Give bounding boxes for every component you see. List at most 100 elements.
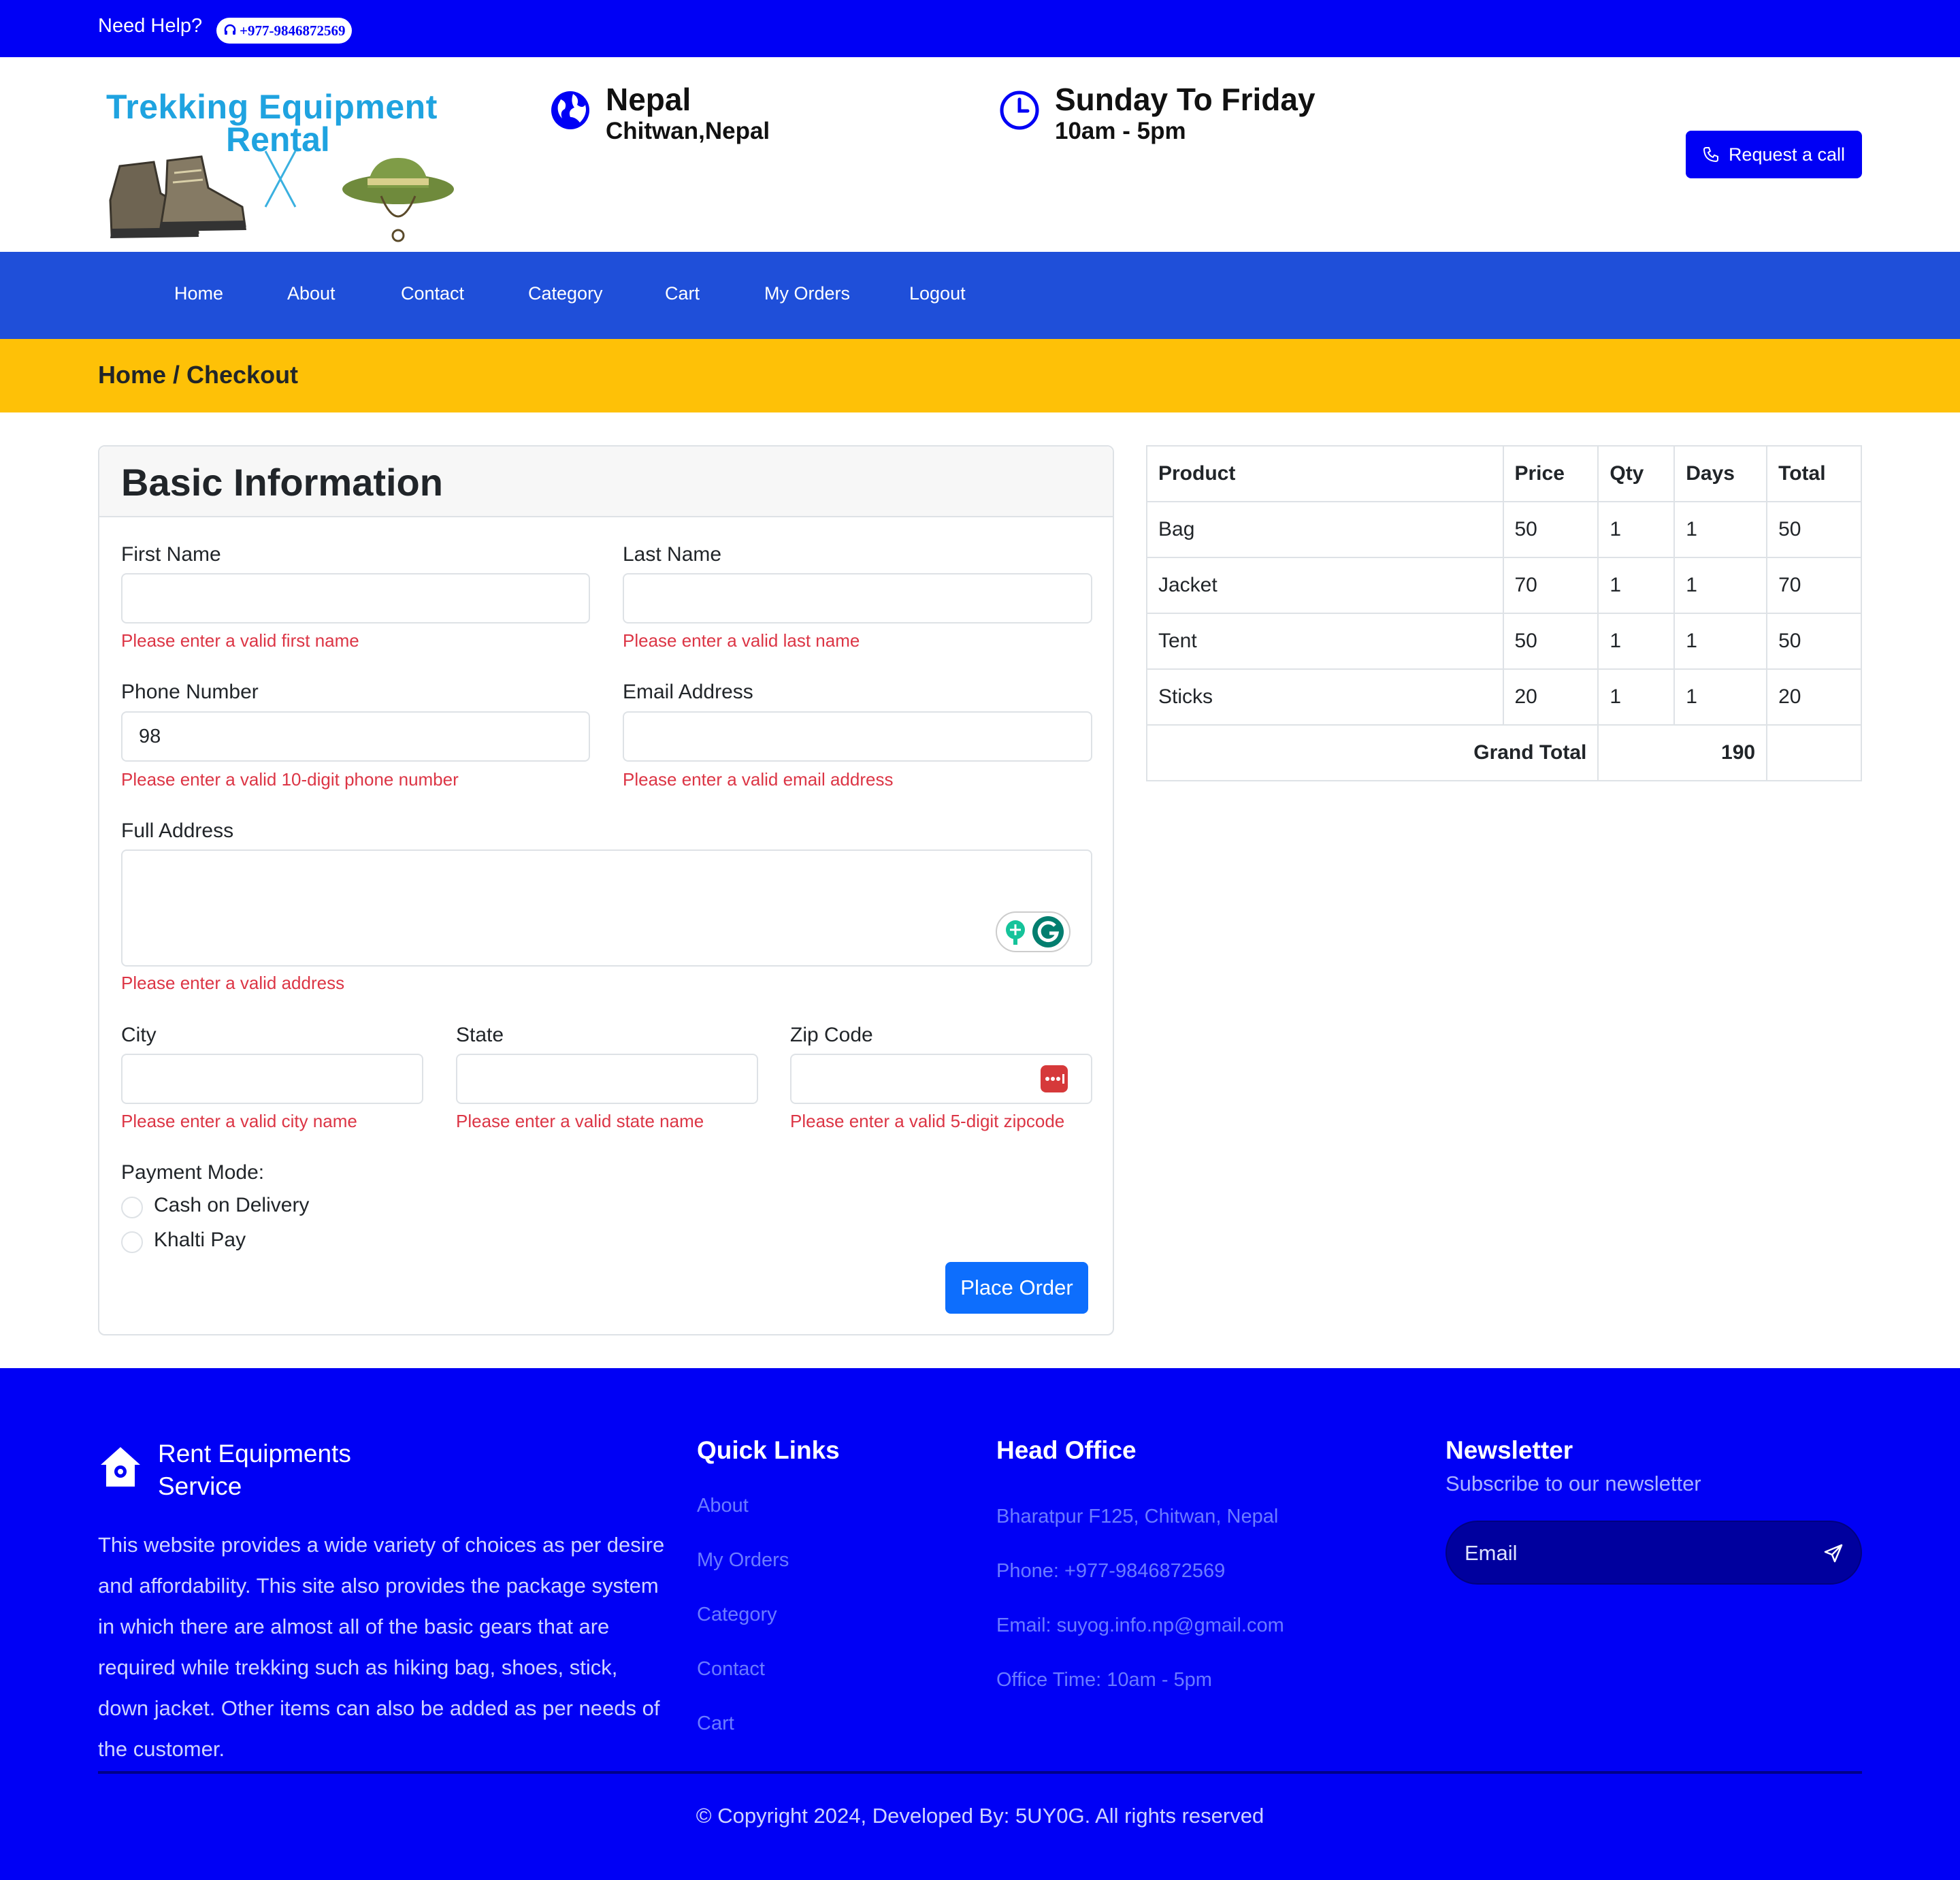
last-name-input[interactable] <box>623 573 1092 623</box>
grammarly-icon[interactable] <box>995 911 1071 953</box>
cell-days: 1 <box>1673 613 1768 670</box>
cell-qty: 1 <box>1597 501 1676 558</box>
office-address: Bharatpur F125, Chitwan, Nepal <box>996 1506 1279 1527</box>
phone-pill[interactable]: +977-9846872569 <box>216 18 353 44</box>
cell-price: 50 <box>1502 501 1599 558</box>
city-error: Please enter a valid city name <box>121 1111 357 1131</box>
grand-total-value: 190 <box>1597 724 1768 781</box>
first-name-input[interactable] <box>121 573 590 623</box>
table-row: Sticks 20 1 1 20 <box>1146 668 1862 726</box>
address-textarea[interactable] <box>121 849 1092 967</box>
col-total: Total <box>1766 445 1862 502</box>
city-label: City <box>121 1024 157 1046</box>
cell-price: 50 <box>1502 613 1599 670</box>
footer-link-contact[interactable]: Contact <box>697 1658 765 1681</box>
phone-input[interactable]: 98 <box>121 711 590 762</box>
form-header: Basic Information <box>99 447 1113 517</box>
office-time: Office Time: 10am - 5pm <box>996 1669 1212 1691</box>
hiking-boots-icon <box>109 155 246 238</box>
nav-cart[interactable]: Cart <box>665 283 700 304</box>
cash-on-delivery-label[interactable]: Cash on Delivery <box>154 1194 309 1217</box>
hat-icon <box>342 158 454 242</box>
office-phone: Phone: +977-9846872569 <box>996 1560 1226 1582</box>
site-header: Trekking Equipment Rental Nepal Chitwan,… <box>0 57 1960 252</box>
globe-icon <box>551 91 589 129</box>
address-label: Full Address <box>121 820 234 842</box>
zip-error: Please enter a valid 5-digit zipcode <box>790 1111 1065 1131</box>
footer-link-my-orders[interactable]: My Orders <box>697 1549 789 1572</box>
copyright-text: © Copyright 2024, Developed By: 5UY0G. A… <box>696 1804 1264 1828</box>
zip-label: Zip Code <box>790 1024 873 1046</box>
order-summary-table: Product Price Qty Days Total Bag 50 1 1 … <box>1145 445 1862 781</box>
site-footer: Rent Equipments Service This website pro… <box>0 1368 1960 1880</box>
nav-about[interactable]: About <box>287 283 336 304</box>
state-label: State <box>456 1024 504 1046</box>
cell-product: Jacket <box>1146 557 1504 614</box>
cell-days: 1 <box>1673 557 1768 614</box>
phone-icon <box>1703 147 1718 163</box>
radio-cash-on-delivery[interactable] <box>121 1197 143 1218</box>
grand-total-label: Grand Total <box>1145 724 1599 781</box>
cell-qty: 1 <box>1597 557 1676 614</box>
phone-label: Phone Number <box>121 681 259 703</box>
email-input[interactable] <box>623 711 1092 762</box>
email-label: Email Address <box>623 681 753 703</box>
address-error: Please enter a valid address <box>121 973 345 993</box>
email-error: Please enter a valid email address <box>623 769 894 790</box>
cell-total: 70 <box>1766 557 1862 614</box>
form-title: Basic Information <box>121 461 443 504</box>
state-input[interactable] <box>456 1054 758 1104</box>
footer-description: This website provides a wide variety of … <box>98 1533 665 1761</box>
radio-khalti-pay[interactable] <box>121 1231 143 1253</box>
location-sub: Chitwan,Nepal <box>606 118 770 144</box>
col-product: Product <box>1146 445 1504 502</box>
send-icon[interactable] <box>1823 1542 1844 1564</box>
phone-error: Please enter a valid 10-digit phone numb… <box>121 769 459 790</box>
cell-product: Bag <box>1146 501 1504 558</box>
footer-link-cart[interactable]: Cart <box>697 1713 734 1735</box>
headset-icon <box>224 24 236 35</box>
request-call-button[interactable]: Request a call <box>1686 131 1862 178</box>
cell-total: 50 <box>1766 613 1862 670</box>
khalti-pay-label[interactable]: Khalti Pay <box>154 1229 246 1252</box>
cell-days: 1 <box>1673 668 1768 726</box>
nav-contact[interactable]: Contact <box>401 283 464 304</box>
nav-my-orders[interactable]: My Orders <box>764 283 850 304</box>
nav-category[interactable]: Category <box>528 283 603 304</box>
cell-qty: 1 <box>1597 613 1676 670</box>
home-gear-icon <box>101 1447 140 1487</box>
cell-total: 20 <box>1766 668 1862 726</box>
payment-label: Payment Mode: <box>121 1161 265 1184</box>
site-logo[interactable]: Trekking Equipment Rental <box>102 87 463 278</box>
newsletter-email-input[interactable]: Email <box>1446 1521 1862 1585</box>
last-name-error: Please enter a valid last name <box>623 630 860 651</box>
footer-link-category[interactable]: Category <box>697 1604 777 1626</box>
head-office-title: Head Office <box>996 1436 1137 1464</box>
cell-price: 70 <box>1502 557 1599 614</box>
nav-home[interactable]: Home <box>174 283 223 304</box>
city-input[interactable] <box>121 1054 423 1104</box>
hours-sub: 10am - 5pm <box>1055 118 1186 144</box>
footer-divider <box>98 1771 1862 1774</box>
hours-title: Sunday To Friday <box>1055 82 1316 117</box>
footer-link-about[interactable]: About <box>697 1495 749 1517</box>
place-order-button[interactable]: Place Order <box>945 1262 1088 1314</box>
cell-total: 50 <box>1766 501 1862 558</box>
table-row: Bag 50 1 1 50 <box>1146 501 1862 558</box>
office-email: Email: suyog.info.np@gmail.com <box>996 1615 1284 1636</box>
quick-links-title: Quick Links <box>697 1436 840 1464</box>
cell-price: 20 <box>1502 668 1599 726</box>
footer-brand-name: Rent Equipments Service <box>158 1440 351 1500</box>
nav-logout[interactable]: Logout <box>909 283 966 304</box>
cell-qty: 1 <box>1597 668 1676 726</box>
phone-number: +977-9846872569 <box>240 22 346 39</box>
newsletter-placeholder: Email <box>1465 1541 1518 1565</box>
need-help-text: Need Help? <box>98 15 203 37</box>
first-name-label: First Name <box>121 543 221 566</box>
footer-brand[interactable]: Rent Equipments Service <box>98 1368 506 1504</box>
first-name-error: Please enter a valid first name <box>121 630 359 651</box>
grand-total-row: Grand Total 190 <box>1145 724 1862 781</box>
newsletter-title: Newsletter <box>1446 1436 1573 1464</box>
password-manager-icon[interactable] <box>1040 1065 1068 1093</box>
hours-block: Sunday To Friday 10am - 5pm <box>999 82 1316 146</box>
